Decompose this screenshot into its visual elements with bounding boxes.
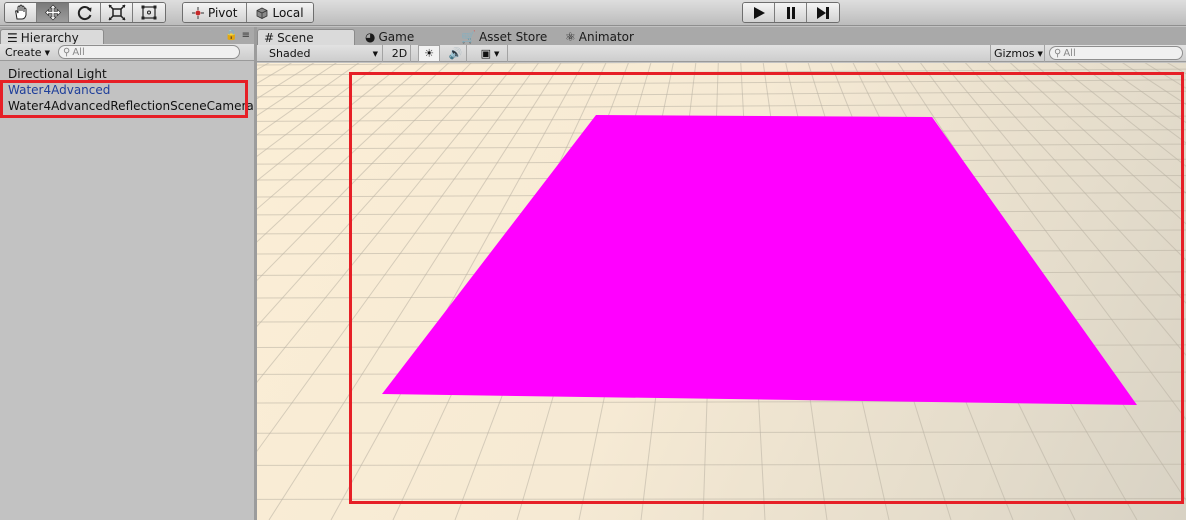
hand-icon bbox=[14, 4, 26, 20]
2d-label: 2D bbox=[391, 47, 408, 60]
step-icon bbox=[817, 6, 829, 19]
scene-viewport[interactable] bbox=[257, 63, 1186, 520]
pivot-button[interactable]: Pivot bbox=[183, 3, 248, 22]
pacman-icon: ◕ bbox=[365, 30, 376, 44]
step-button[interactable] bbox=[807, 3, 839, 22]
shopping-bag-icon: 🛒 bbox=[461, 30, 476, 44]
hierarchy-toolbar: Create ▼ ⚲ All bbox=[0, 44, 254, 61]
play-button[interactable] bbox=[743, 3, 775, 22]
hierarchy-tab-label: Hierarchy bbox=[20, 30, 79, 45]
lock-icon[interactable]: 🔒 bbox=[225, 30, 237, 41]
audio-toggle-button[interactable]: 🔊 bbox=[445, 45, 467, 62]
gizmos-dropdown[interactable]: Gizmos ▼ bbox=[990, 45, 1045, 62]
scene-tab-label: Scene bbox=[277, 30, 314, 45]
scene-search-placeholder: All bbox=[1063, 47, 1076, 59]
playback-controls bbox=[742, 2, 840, 23]
pivot-label: Pivot bbox=[208, 5, 238, 20]
game-tab-label: Game bbox=[378, 30, 415, 44]
chevron-down-icon: ▼ bbox=[372, 49, 378, 58]
tab-game[interactable]: ◕ Game bbox=[359, 29, 420, 45]
hierarchy-search-placeholder: All bbox=[72, 46, 85, 58]
hierarchy-search-input[interactable]: ⚲ All bbox=[58, 45, 240, 59]
rect-icon bbox=[141, 5, 157, 20]
lighting-toggle-button[interactable]: ☀ bbox=[418, 45, 440, 62]
chevron-down-icon: ▼ bbox=[1037, 49, 1043, 58]
create-dropdown[interactable]: Create ▼ bbox=[2, 45, 53, 60]
rect-tool-button[interactable] bbox=[133, 3, 165, 22]
transform-tools bbox=[4, 2, 166, 23]
main-toolbar: Pivot Local bbox=[0, 0, 1186, 26]
local-button[interactable]: Local bbox=[247, 3, 313, 22]
grid-icon: # bbox=[264, 30, 275, 45]
pivot-toggle-group: Pivot Local bbox=[182, 2, 314, 23]
pause-button[interactable] bbox=[775, 3, 807, 22]
rotate-tool-button[interactable] bbox=[69, 3, 101, 22]
speaker-icon: 🔊 bbox=[448, 47, 463, 60]
play-icon bbox=[753, 6, 765, 19]
scale-icon bbox=[107, 4, 126, 21]
sun-icon: ☀ bbox=[424, 47, 434, 60]
scale-tool-button[interactable] bbox=[101, 3, 133, 22]
move-icon bbox=[44, 4, 61, 21]
local-label: Local bbox=[272, 5, 304, 20]
panel-controls: 🔒 ≡ bbox=[225, 30, 250, 41]
tab-hierarchy[interactable]: ☰ Hierarchy bbox=[0, 29, 104, 45]
tab-asset-store[interactable]: 🛒 Asset Store bbox=[455, 29, 553, 45]
search-icon: ⚲ bbox=[63, 46, 71, 58]
tab-animator[interactable]: ⚛ Animator bbox=[559, 29, 640, 45]
search-icon: ⚲ bbox=[1054, 47, 1062, 59]
hierarchy-item-reflection-camera[interactable]: Water4AdvancedReflectionSceneCamera bbox=[0, 98, 254, 114]
image-icon: ▣ bbox=[480, 47, 491, 60]
hand-tool-button[interactable] bbox=[5, 3, 37, 22]
scene-tabbar: # Scene ◕ Game 🛒 Asset Store ⚛ Animator bbox=[257, 27, 1186, 45]
cube-icon bbox=[257, 7, 268, 19]
panel-menu-icon[interactable]: ≡ bbox=[242, 30, 250, 41]
rotate-icon bbox=[77, 6, 91, 21]
chevron-down-icon: ▼ bbox=[494, 49, 500, 58]
hierarchy-panel: ☰ Hierarchy 🔒 ≡ Create ▼ ⚲ All Direction… bbox=[0, 27, 254, 520]
list-icon: ☰ bbox=[7, 30, 18, 45]
move-tool-button[interactable] bbox=[37, 3, 69, 22]
gizmos-label: Gizmos bbox=[994, 47, 1035, 60]
animator-tab-label: Animator bbox=[578, 30, 634, 44]
chevron-down-icon: ▼ bbox=[44, 48, 50, 57]
hierarchy-item-water4advanced[interactable]: Water4Advanced bbox=[0, 82, 254, 98]
hierarchy-list: Directional Light Water4Advanced Water4A… bbox=[0, 66, 254, 114]
scene-panel: # Scene ◕ Game 🛒 Asset Store ⚛ Animator … bbox=[257, 27, 1186, 520]
scene-toolbar: Shaded ▼ 2D ☀ 🔊 ▣ ▼ Gizmos ▼ ⚲ All bbox=[257, 45, 1186, 62]
draw-mode-label: Shaded bbox=[269, 47, 311, 60]
animator-icon: ⚛ bbox=[565, 30, 576, 44]
2d-toggle-button[interactable]: 2D bbox=[389, 45, 411, 62]
water-plane[interactable] bbox=[257, 63, 1186, 520]
scene-search-input[interactable]: ⚲ All bbox=[1049, 46, 1183, 60]
create-label: Create bbox=[5, 46, 42, 59]
pause-icon bbox=[786, 6, 795, 19]
draw-mode-dropdown[interactable]: Shaded ▼ bbox=[257, 45, 383, 62]
pivot-icon bbox=[192, 6, 204, 19]
hierarchy-item-directional-light[interactable]: Directional Light bbox=[0, 66, 254, 82]
tab-scene[interactable]: # Scene bbox=[257, 29, 355, 45]
hierarchy-tabbar: ☰ Hierarchy 🔒 ≡ bbox=[0, 27, 254, 45]
effects-dropdown[interactable]: ▣ ▼ bbox=[473, 45, 508, 62]
asset-store-tab-label: Asset Store bbox=[478, 30, 548, 44]
